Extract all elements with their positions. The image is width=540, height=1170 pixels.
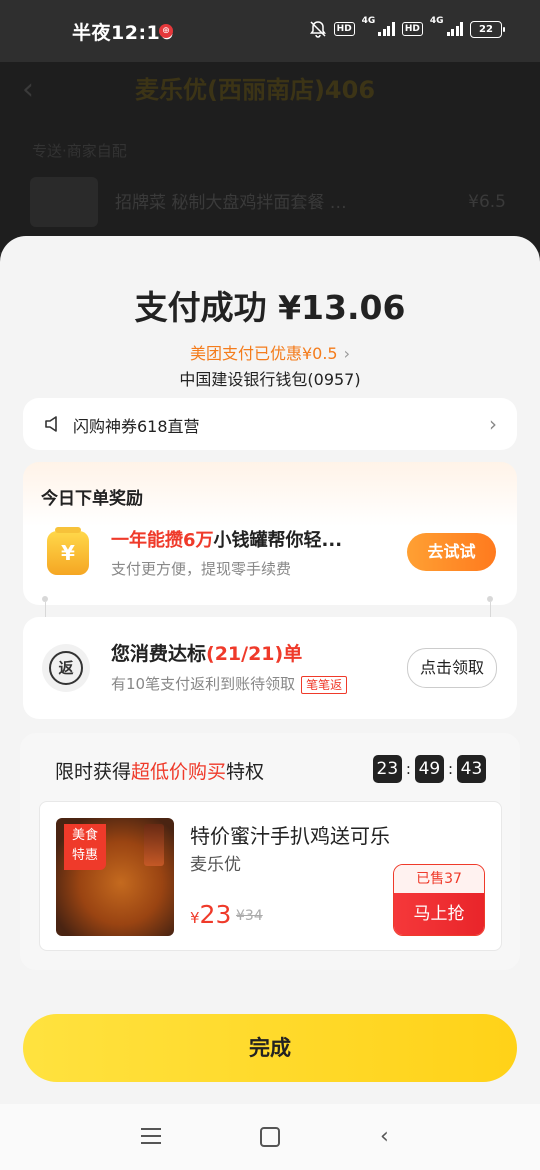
rebate-title-prefix: 您消费达标 [111, 643, 207, 665]
notification-badge-icon: ⊕ [159, 24, 173, 38]
reward-title: 一年能攒6万小钱罐帮你轻... [111, 526, 342, 552]
buy-now-button[interactable]: 马上抢 [394, 893, 484, 935]
chevron-right-icon: › [489, 412, 497, 436]
background-store-page: ‹ 麦乐优(西丽南店)406 专送·商家自配 招牌菜 秘制大盘鸡拌面套餐 … ¥… [0, 62, 540, 252]
rebate-card: 返 您消费达标(21/21)单 有10笔支付返利到账待领取 笔笔返 点击领取 [23, 617, 517, 719]
coupon-notice-bar[interactable]: 闪购神券618直营 › [23, 398, 517, 450]
cola-glass-image [144, 824, 164, 866]
product-old-price: ¥34 [236, 908, 263, 924]
discount-text: 美团支付已优惠¥0.5 [189, 344, 338, 363]
battery-icon: 22 [470, 20, 505, 38]
rebate-tag: 笔笔返 [301, 676, 348, 694]
payment-success-sheet: 支付成功 ¥13.06 美团支付已优惠¥0.5 › 中国建设银行钱包(0957) … [0, 236, 540, 1170]
claim-button[interactable]: 点击领取 [407, 648, 497, 688]
reward-highlight: 一年能攒6万 [111, 530, 214, 551]
order-item-name: 招牌菜 秘制大盘鸡拌面套餐 … [115, 193, 347, 213]
reward-subtitle: 支付更方便，提现零手续费 [111, 560, 292, 578]
back-icon[interactable]: ‹ [380, 1124, 389, 1149]
payment-method: 中国建设银行钱包(0957) [179, 370, 361, 389]
hd-icon-2: HD [401, 22, 423, 36]
try-button[interactable]: 去试试 [407, 533, 496, 571]
payment-title: 支付成功 ¥13.06 [134, 288, 406, 327]
countdown-timer: 23: 49: 43 [372, 755, 486, 783]
signal-icon-2 [446, 22, 463, 36]
countdown-hours: 23 [372, 755, 402, 783]
order-reward-card: 今日下单奖励 ¥ 一年能攒6万小钱罐帮你轻... 支付更方便，提现零手续费 去试… [23, 462, 517, 605]
rebate-count: (21/21)单 [206, 643, 303, 665]
deal-product[interactable]: 美食 特惠 特价蜜汁手扒鸡送可乐 麦乐优 ¥23 ¥34 已售37 马上抢 [39, 801, 502, 951]
limited-deal-card: 限时获得超低价购买特权 23: 49: 43 美食 特惠 特价蜜汁手扒鸡送可乐 麦… [20, 733, 520, 970]
product-image: 美食 特惠 [56, 818, 174, 936]
status-bar: 半夜12:10 ⊕ HD 4G HD 4G 22 [0, 0, 540, 62]
notice-text: 闪购神券618直营 [73, 417, 200, 436]
delivery-type: 专送·商家自配 [32, 142, 127, 160]
network-type-label-2: 4G [429, 16, 444, 26]
recent-apps-icon[interactable] [141, 1128, 161, 1144]
countdown-seconds: 43 [457, 755, 486, 783]
product-name: 特价蜜汁手扒鸡送可乐 [190, 824, 390, 848]
home-icon[interactable] [260, 1127, 280, 1147]
speaker-icon [45, 416, 57, 432]
rebate-subtitle: 有10笔支付返利到账待领取 笔笔返 [111, 673, 348, 694]
chevron-right-icon: › [343, 344, 351, 363]
rebate-desc: 有10笔支付返利到账待领取 [111, 675, 296, 693]
item-thumbnail [30, 177, 98, 227]
buy-now-widget[interactable]: 已售37 马上抢 [393, 864, 485, 936]
product-shop: 麦乐优 [190, 855, 241, 875]
coin-jar-icon: ¥ [47, 527, 89, 575]
deal-heading: 限时获得超低价购买特权 [55, 757, 264, 784]
store-title: 麦乐优(西丽南店)406 [135, 76, 376, 104]
system-nav-bar: ‹ [0, 1104, 540, 1170]
network-type-label: 4G [361, 16, 376, 26]
mute-bell-icon [309, 21, 326, 38]
countdown-minutes: 49 [414, 755, 444, 783]
food-deal-badge: 美食 特惠 [64, 824, 106, 870]
done-button[interactable]: 完成 [23, 1014, 517, 1082]
reward-title-rest: 小钱罐帮你轻... [213, 530, 343, 551]
sold-count: 已售37 [394, 865, 484, 893]
deal-heading-suffix: 特权 [226, 761, 265, 783]
rebate-icon: 返 [42, 644, 90, 692]
back-arrow-icon: ‹ [22, 72, 34, 107]
rebate-title: 您消费达标(21/21)单 [111, 639, 302, 666]
status-icons: HD 4G HD 4G 22 [309, 16, 505, 38]
hd-icon: HD [333, 22, 355, 36]
discount-link[interactable]: 美团支付已优惠¥0.5 › [0, 340, 540, 364]
deal-heading-prefix: 限时获得 [55, 761, 132, 783]
deal-heading-highlight: 超低价购买 [131, 761, 227, 783]
signal-icon [378, 22, 395, 36]
order-item-price: ¥6.5 [468, 192, 506, 212]
product-price: ¥23 [190, 900, 232, 929]
reward-heading: 今日下单奖励 [41, 489, 143, 509]
